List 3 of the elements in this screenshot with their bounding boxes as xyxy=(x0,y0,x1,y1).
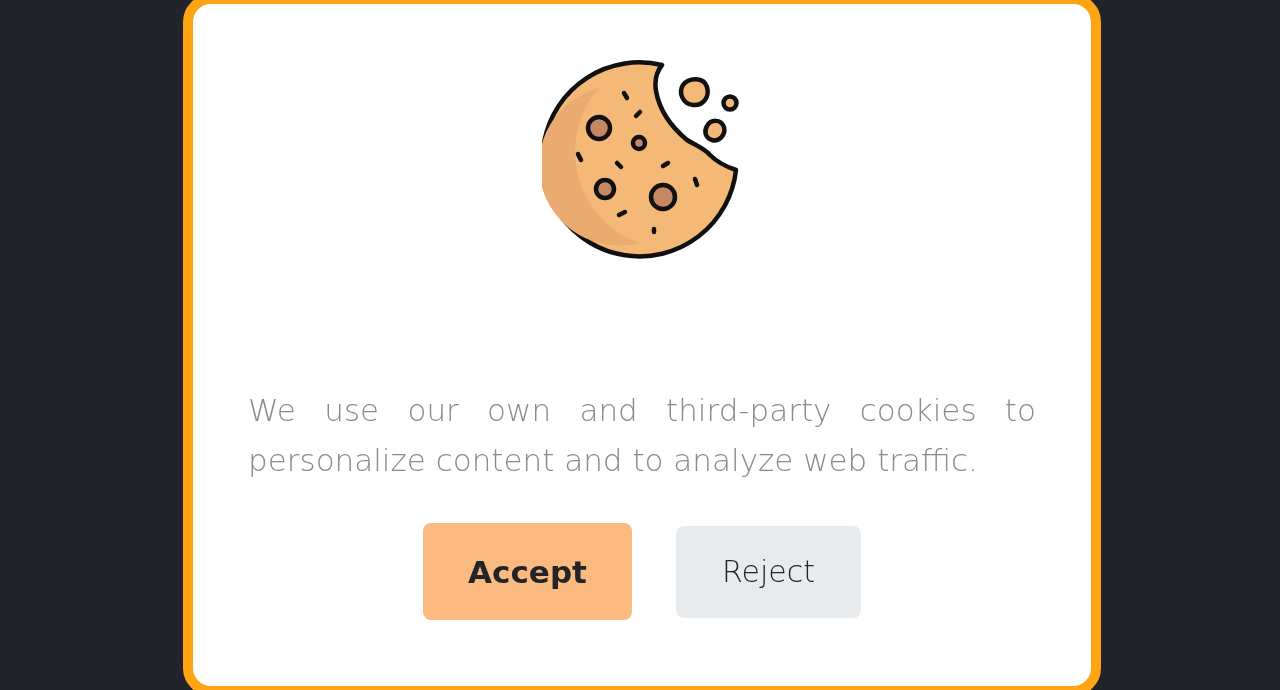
reject-button[interactable]: Reject xyxy=(676,525,861,618)
accept-button[interactable]: Accept xyxy=(423,523,632,620)
consent-message: We use our own and third-party cookies to personalize content and to analyze web traffic. xyxy=(248,391,1036,480)
